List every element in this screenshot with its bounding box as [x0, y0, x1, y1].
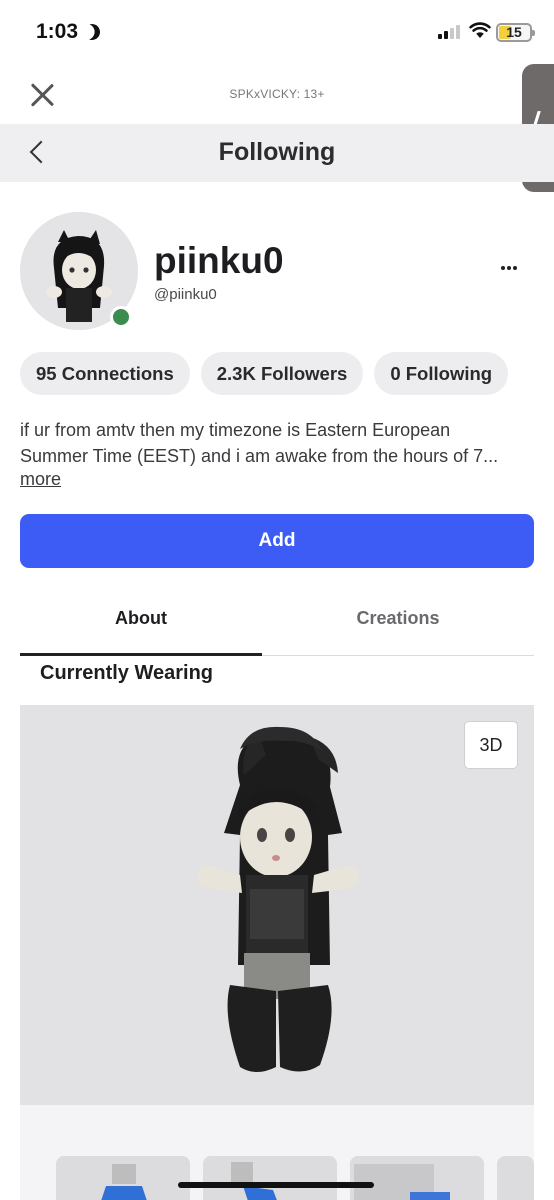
item-thumbnail[interactable]: [350, 1156, 484, 1200]
tab-creations[interactable]: Creations: [277, 608, 519, 629]
wifi-icon: [469, 22, 491, 38]
clock-text: 1:03: [36, 20, 79, 43]
tab-about[interactable]: About: [20, 608, 262, 629]
home-indicator: [178, 1182, 374, 1188]
account-label: SPKxVICKY: 13+: [229, 87, 325, 101]
active-tab-indicator: [20, 653, 262, 656]
item-thumbnail[interactable]: [497, 1156, 534, 1200]
more-options-button[interactable]: [494, 258, 524, 278]
stats-row: 95 Connections 2.3K Followers 0 Followin…: [20, 352, 509, 395]
moon-icon: [82, 22, 103, 43]
following-pill[interactable]: 0 Following: [374, 352, 509, 395]
connections-pill[interactable]: 95 Connections: [20, 352, 190, 395]
avatar-3d-figure-icon: [197, 726, 359, 1072]
currently-wearing-heading: Currently Wearing: [40, 662, 213, 684]
add-button[interactable]: Add: [20, 514, 534, 568]
item-image-icon: [203, 1156, 337, 1200]
item-image-icon: [56, 1156, 190, 1200]
signal-icon: [438, 24, 460, 39]
item-thumbnail[interactable]: [56, 1156, 190, 1200]
view-3d-button[interactable]: 3D: [464, 721, 518, 769]
bio-text: if ur from amtv then my timezone is East…: [20, 417, 520, 469]
username: @piinku0: [154, 286, 217, 303]
battery-icon: 15: [496, 23, 535, 42]
display-name: piinku0: [154, 240, 284, 281]
bio-line: Summer Time (EEST) and i am awake from t…: [20, 446, 499, 466]
battery-level: 15: [506, 24, 522, 40]
followers-pill[interactable]: 2.3K Followers: [200, 352, 364, 395]
page-title: Following: [218, 138, 336, 166]
item-thumbnail[interactable]: [203, 1156, 337, 1200]
bio-line: if ur from amtv then my timezone is East…: [20, 420, 451, 440]
status-time: 1:03: [36, 20, 100, 44]
bio-more-link[interactable]: more: [20, 469, 61, 490]
online-status-dot: [110, 306, 132, 328]
item-image-icon: [350, 1156, 484, 1200]
more-dots-icon: [501, 266, 505, 270]
